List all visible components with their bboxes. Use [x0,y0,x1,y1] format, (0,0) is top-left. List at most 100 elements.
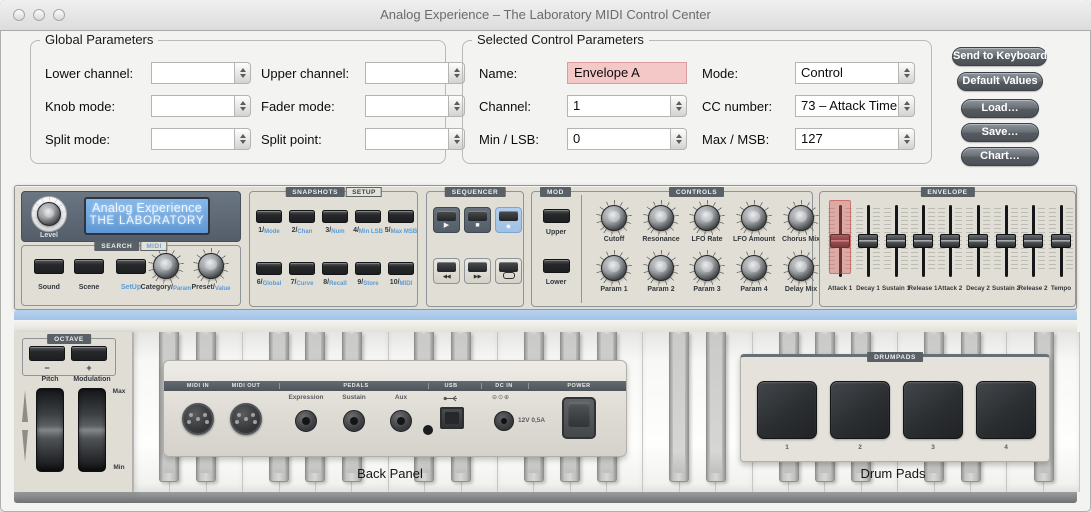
connector-label-strip: MIDI IN MIDI OUT PEDALS USB DC IN POWER [164,381,626,391]
lower-button[interactable] [543,259,570,273]
upper-channel-field[interactable] [365,62,465,84]
release-2-slider[interactable] [1020,205,1046,277]
snapshot-button-1[interactable] [256,210,282,223]
mode-field[interactable]: Control [795,62,915,84]
snapshot-function: Global [262,281,282,287]
tempo-slider[interactable] [1048,205,1074,277]
max-msb-label: Max / MSB: [702,131,770,147]
snapshot-button-6[interactable] [256,262,282,275]
play-button[interactable]: ▶ [433,207,460,233]
octave-minus-button[interactable] [29,346,65,361]
min-lsb-label: Min / LSB: [479,131,539,147]
slider-handle [1023,234,1043,248]
split-point-field[interactable] [365,128,465,150]
titlebar: Analog Experience – The Laboratory MIDI … [0,0,1091,31]
back-panel: MIDI IN MIDI OUT PEDALS USB DC IN POWER ⊖⊙⊕ 1… [163,360,627,457]
decay-1-slider[interactable] [855,205,881,277]
snapshot-button-8[interactable] [322,262,348,275]
param-2-knob[interactable] [643,250,679,286]
lfo-rate-knob[interactable] [689,200,725,236]
snapshot-button-2[interactable] [289,210,315,223]
lower-channel-field-stepper[interactable] [234,62,251,84]
min-lsb-field[interactable]: 0 [567,128,687,150]
param-4-knob[interactable] [736,250,772,286]
snapshot-button-5[interactable] [388,210,414,223]
record-button[interactable]: ● [495,207,522,233]
max-msb-field[interactable]: 127 [795,128,915,150]
presetknob[interactable] [193,248,229,284]
drum-pad-2[interactable] [830,381,890,439]
lcd-display: Analog Experience THE LABORATORY [84,197,210,235]
knob-mode-field[interactable] [151,95,251,117]
sound-button[interactable] [34,259,64,274]
channel-field-value: 1 [567,95,670,117]
snapshot-button-3[interactable] [322,210,348,223]
send-to-keyboard-button[interactable]: Send to Keyboard [952,47,1047,66]
delay-mix-knob-label: Delay Mix [784,286,818,293]
fader-mode-field[interactable] [365,95,465,117]
split-mode-field[interactable] [151,128,251,150]
knob-mode-field-stepper[interactable] [234,95,251,117]
slider-handle [968,234,988,248]
stepper-up-icon [903,134,910,138]
release-1-slider[interactable] [910,205,936,277]
level-knob[interactable] [31,196,67,232]
drum-pad-3[interactable] [903,381,963,439]
save-button[interactable]: Save… [961,123,1039,142]
max-msb-field-stepper[interactable] [898,128,915,150]
snapshot-function: MIDI [399,281,413,287]
drum-pad-4[interactable] [976,381,1036,439]
pitch-wheel[interactable] [36,388,64,472]
min-lsb-field-value: 0 [567,128,670,150]
drum-pad-1[interactable] [757,381,817,439]
keyboard-bottom-rail [14,492,1077,503]
stop-button[interactable]: ■ [464,207,491,233]
envelope-header-label: ENVELOPE [920,187,975,197]
cc-number-field-stepper[interactable] [898,95,915,117]
snapshot-function: Num [331,229,345,235]
lower-channel-field[interactable] [151,62,251,84]
min-lsb-field-stepper[interactable] [670,128,687,150]
channel-field-stepper[interactable] [670,95,687,117]
decay-2-slider[interactable] [965,205,991,277]
snapshot-label-9: 9/Store [357,279,378,287]
loop-button[interactable] [495,258,522,284]
attack-1-slider[interactable] [827,200,853,277]
rewind-button[interactable]: ◀◀ [433,258,460,284]
channel-field[interactable]: 1 [567,95,687,117]
chorus-mix-knob[interactable] [783,200,819,236]
stepper-down-icon [239,107,246,111]
load-button[interactable]: Load… [961,99,1039,118]
decay-2-slider-label: Decay 2 [966,285,990,292]
mode-field-stepper[interactable] [898,62,915,84]
power-switch[interactable] [562,397,596,439]
black-key[interactable] [705,332,726,482]
name-field[interactable]: Envelope A [567,62,687,84]
upper-button[interactable] [543,209,570,223]
delay-mix-knob[interactable] [783,250,819,286]
chart-button[interactable]: Chart… [961,147,1039,166]
black-key[interactable] [669,332,690,482]
cc-number-field[interactable]: 73 – Attack Time [795,95,915,117]
octave-plus-button[interactable] [71,346,107,361]
sustain-2-slider[interactable] [993,205,1019,277]
cutoff-knob[interactable] [596,200,632,236]
param-3-knob[interactable] [689,250,725,286]
split-mode-field-stepper[interactable] [234,128,251,150]
lfo-amount-knob[interactable] [736,200,772,236]
setup-button[interactable] [116,259,146,274]
forward-button[interactable]: ▶▶ [464,258,491,284]
default-values-button[interactable]: Default Values [957,72,1043,91]
resonance-knob[interactable] [643,200,679,236]
snapshot-button-9[interactable] [355,262,381,275]
attack-2-slider[interactable] [937,205,963,277]
modulation-wheel[interactable] [78,388,106,472]
octave-plus-label: + [86,363,92,373]
snapshot-button-4[interactable] [355,210,381,223]
snapshot-button-10[interactable] [388,262,414,275]
param-1-knob[interactable] [596,250,632,286]
snapshot-button-7[interactable] [289,262,315,275]
scene-button[interactable] [74,259,104,274]
categoryknob[interactable] [148,248,184,284]
sustain-1-slider[interactable] [883,205,909,277]
